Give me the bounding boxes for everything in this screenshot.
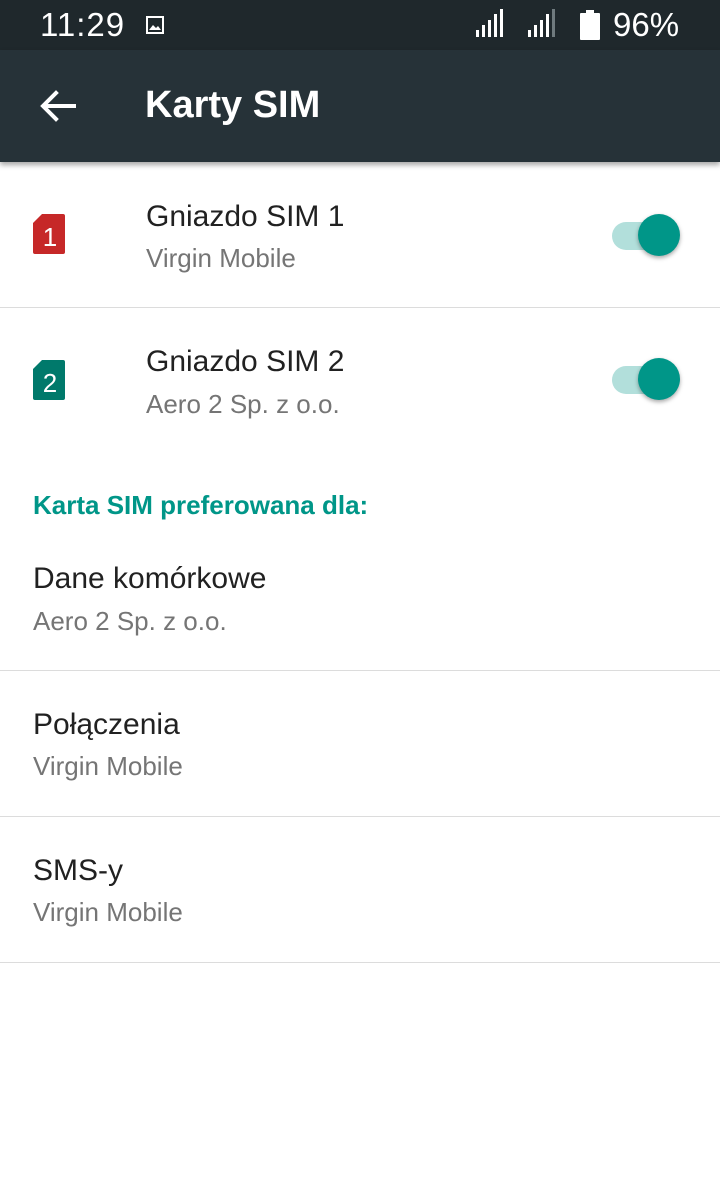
- sim-slot-2-title: Gniazdo SIM 2: [146, 345, 345, 378]
- preferred-sms-row[interactable]: SMS-y Virgin Mobile: [0, 817, 720, 962]
- preferred-mobile-data-title: Dane komórkowe: [33, 562, 267, 595]
- status-time: 11:29: [40, 6, 126, 43]
- status-bar: 11:29 96%: [0, 0, 720, 50]
- sim1-icon: 1: [33, 214, 65, 254]
- arrow-back-icon: [40, 90, 76, 122]
- sim-slot-1-title: Gniazdo SIM 1: [146, 200, 345, 233]
- sim-slot-1-toggle[interactable]: [612, 214, 682, 258]
- image-notification-icon: [146, 16, 164, 39]
- signal-sim1-icon: [475, 8, 505, 43]
- back-button[interactable]: [30, 78, 86, 134]
- preferred-sms-title: SMS-y: [33, 854, 123, 887]
- svg-text:2: 2: [43, 368, 57, 398]
- svg-text:1: 1: [43, 222, 57, 252]
- battery-percentage: 96%: [613, 6, 680, 43]
- signal-sim2-icon: [527, 8, 557, 43]
- toggle-thumb: [638, 358, 680, 400]
- battery-icon: [580, 10, 600, 45]
- sim2-icon: 2: [33, 360, 65, 400]
- preferred-calls-row[interactable]: Połączenia Virgin Mobile: [0, 671, 720, 816]
- toggle-thumb: [638, 214, 680, 256]
- preferred-mobile-data-value: Aero 2 Sp. z o.o.: [33, 606, 227, 636]
- preferred-sms-value: Virgin Mobile: [33, 897, 183, 927]
- preferred-mobile-data-row[interactable]: Dane komórkowe Aero 2 Sp. z o.o.: [0, 540, 720, 670]
- divider: [0, 962, 720, 963]
- sim-slot-2-carrier: Aero 2 Sp. z o.o.: [146, 389, 340, 419]
- page-title: Karty SIM: [145, 84, 321, 126]
- app-bar: Karty SIM: [0, 50, 720, 162]
- preferred-calls-value: Virgin Mobile: [33, 751, 183, 781]
- preferred-calls-title: Połączenia: [33, 708, 180, 741]
- sim-slot-2-toggle[interactable]: [612, 358, 682, 402]
- sim-slot-1-row[interactable]: 1 Gniazdo SIM 1 Virgin Mobile: [0, 162, 720, 307]
- preferred-sim-header: Karta SIM preferowana dla:: [33, 490, 369, 520]
- sim-slot-2-row[interactable]: 2 Gniazdo SIM 2 Aero 2 Sp. z o.o.: [0, 308, 720, 453]
- sim-slot-1-carrier: Virgin Mobile: [146, 243, 296, 273]
